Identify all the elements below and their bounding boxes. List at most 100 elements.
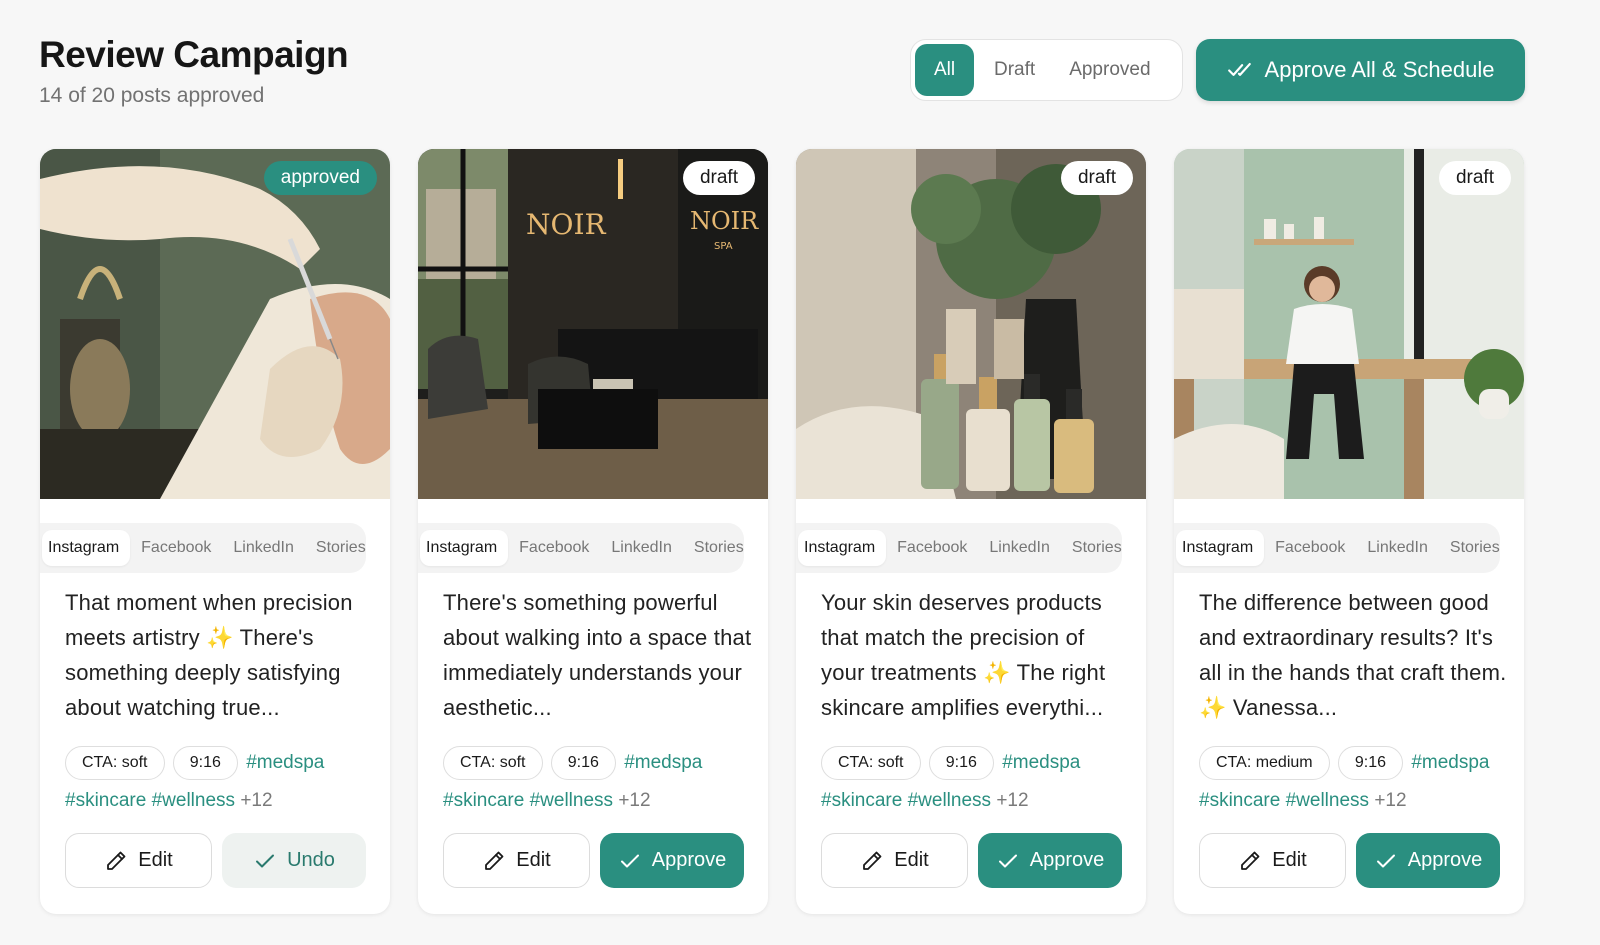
cta-chip: CTA: soft [821, 745, 921, 780]
hashtag: #skincare [1199, 790, 1281, 811]
platform-tabs: Instagram Facebook LinkedIn Stories [418, 523, 744, 573]
edit-button[interactable]: Edit [65, 833, 212, 888]
edit-label: Edit [894, 849, 929, 871]
tab-stories[interactable]: Stories [1439, 530, 1511, 566]
hashtag: #skincare [821, 790, 903, 811]
post-image-injection-treatment[interactable]: approved [40, 149, 390, 499]
status-badge: draft [1060, 161, 1133, 195]
cta-chip: CTA: medium [1199, 745, 1330, 780]
post-tags: CTA: medium 9:16 #medspa #skincare #well… [1199, 744, 1509, 820]
hashtag: #wellness [529, 790, 614, 811]
post-tags: CTA: soft 9:16 #medspa #skincare #wellne… [821, 744, 1131, 820]
status-badge: draft [1438, 161, 1511, 195]
page-title: Review Campaign [39, 34, 349, 75]
page-header: Review Campaign 14 of 20 posts approved [39, 34, 349, 108]
filter-approved-button[interactable]: Approved [1055, 44, 1164, 96]
post-card: approved Instagram Facebook LinkedIn Sto… [40, 149, 390, 914]
tab-facebook[interactable]: Facebook [886, 530, 978, 566]
post-caption: The difference between good and extraord… [1199, 590, 1507, 720]
tab-linkedin[interactable]: LinkedIn [222, 530, 305, 566]
approve-all-schedule-button[interactable]: Approve All & Schedule [1196, 39, 1525, 101]
aspect-ratio-chip: 9:16 [1337, 745, 1404, 780]
post-image-spa-lobby[interactable]: NOIR NOIR SPA draft [418, 149, 768, 499]
filter-all-button[interactable]: All [915, 44, 974, 96]
double-check-icon [1227, 62, 1251, 76]
edit-button[interactable]: Edit [443, 833, 590, 888]
aspect-ratio-chip: 9:16 [172, 745, 238, 780]
aspect-ratio-chip: 9:16 [928, 745, 994, 780]
tab-instagram[interactable]: Instagram [42, 530, 131, 566]
hashtag: #skincare [65, 790, 147, 811]
approve-all-label: Approve All & Schedule [1264, 57, 1495, 82]
noir-sign-text: NOIR [526, 208, 607, 241]
post-card: draft Instagram Facebook LinkedIn Storie… [1174, 149, 1524, 914]
more-hashtags-count: +12 [618, 790, 651, 811]
post-card-list: approved Instagram Facebook LinkedIn Sto… [40, 149, 1524, 914]
tab-stories[interactable]: Stories [1061, 530, 1133, 566]
post-caption: That moment when precision meets artistr… [65, 590, 353, 720]
more-hashtags-count: +12 [996, 790, 1029, 811]
approval-progress-text: 14 of 20 posts approved [39, 84, 265, 107]
undo-button[interactable]: Undo [222, 833, 366, 888]
edit-button[interactable]: Edit [821, 833, 968, 888]
post-tags: CTA: soft 9:16 #medspa #skincare #wellne… [65, 744, 375, 820]
more-hashtags-count: +12 [240, 790, 273, 811]
tab-instagram[interactable]: Instagram [420, 530, 509, 566]
tab-facebook[interactable]: Facebook [508, 530, 600, 566]
pencil-icon [863, 851, 882, 870]
filter-draft-button[interactable]: Draft [980, 44, 1049, 96]
spa-lobby-photo: NOIR NOIR SPA [418, 149, 768, 499]
pencil-icon [107, 851, 126, 870]
edit-label: Edit [1272, 849, 1307, 871]
cta-chip: CTA: soft [443, 745, 543, 780]
approve-button[interactable]: Approve [978, 833, 1122, 888]
hashtag: #medspa [1002, 752, 1081, 773]
aspect-ratio-chip: 9:16 [550, 745, 616, 780]
more-hashtags-count: +12 [1374, 790, 1407, 811]
tab-linkedin[interactable]: LinkedIn [1356, 530, 1439, 566]
post-card: NOIR NOIR SPA draft Instagram Facebook L… [418, 149, 768, 914]
check-icon [1376, 854, 1395, 867]
pencil-icon [485, 851, 504, 870]
approve-label: Approve [1029, 849, 1105, 871]
hashtag: #medspa [246, 752, 325, 773]
status-filter: All Draft Approved [910, 39, 1183, 101]
post-tags: CTA: soft 9:16 #medspa #skincare #wellne… [443, 744, 753, 820]
post-image-skincare-products[interactable]: draft [796, 149, 1146, 499]
hashtag: #medspa [1411, 752, 1490, 773]
hashtag: #medspa [624, 752, 703, 773]
post-actions: Edit Approve [443, 833, 744, 888]
status-badge: approved [263, 161, 377, 195]
post-image-clinician-office[interactable]: draft [1174, 149, 1524, 499]
post-caption: Your skin deserves products that match t… [821, 590, 1106, 720]
edit-label: Edit [516, 849, 551, 871]
tab-stories[interactable]: Stories [683, 530, 755, 566]
approve-label: Approve [1407, 849, 1483, 871]
tab-instagram[interactable]: Instagram [1176, 530, 1265, 566]
tab-instagram[interactable]: Instagram [798, 530, 887, 566]
skincare-products-photo [796, 149, 1146, 499]
post-actions: Edit Approve [1199, 833, 1500, 888]
tab-facebook[interactable]: Facebook [130, 530, 222, 566]
check-icon [998, 854, 1017, 867]
tab-linkedin[interactable]: LinkedIn [600, 530, 683, 566]
approve-button[interactable]: Approve [600, 833, 744, 888]
approve-button[interactable]: Approve [1356, 833, 1500, 888]
check-icon [256, 854, 275, 867]
noir-sign-text-2: NOIR [690, 207, 759, 235]
hashtag: #wellness [1285, 790, 1370, 811]
edit-button[interactable]: Edit [1199, 833, 1346, 888]
spa-sign-text: SPA [714, 241, 733, 252]
post-actions: Edit Approve [821, 833, 1122, 888]
post-card: draft Instagram Facebook LinkedIn Storie… [796, 149, 1146, 914]
platform-tabs: Instagram Facebook LinkedIn Stories [40, 523, 366, 573]
tab-linkedin[interactable]: LinkedIn [978, 530, 1061, 566]
post-caption: There's something powerful about walking… [443, 590, 752, 720]
hashtag: #skincare [443, 790, 525, 811]
status-badge: draft [682, 161, 755, 195]
cta-chip: CTA: soft [65, 745, 165, 780]
tab-stories[interactable]: Stories [305, 530, 377, 566]
tab-facebook[interactable]: Facebook [1264, 530, 1356, 566]
hashtag: #wellness [907, 790, 992, 811]
platform-tabs: Instagram Facebook LinkedIn Stories [1174, 523, 1500, 573]
